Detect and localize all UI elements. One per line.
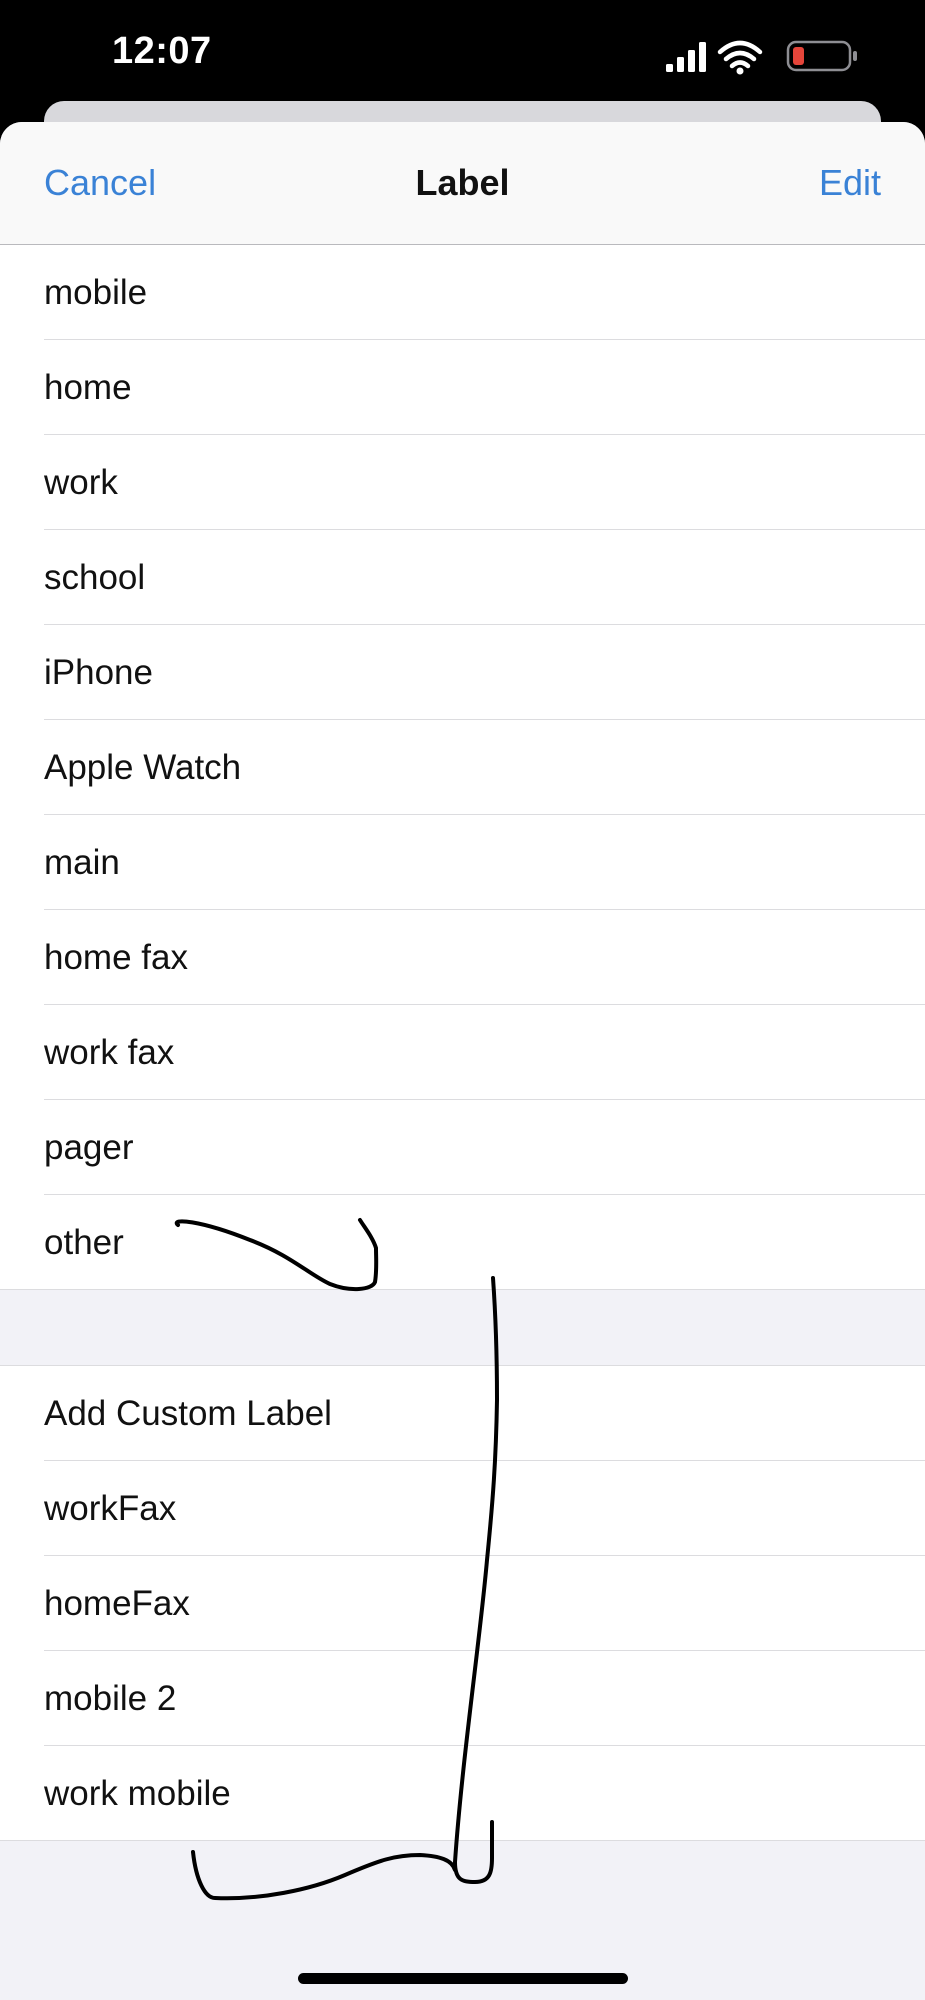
custom-labels-list: Add Custom Label workFax homeFax mobile … [0, 1366, 925, 1841]
custom-label-row-homefax[interactable]: homeFax [0, 1556, 925, 1651]
status-icons [666, 40, 857, 75]
signal-icon [666, 42, 706, 72]
label-row-school[interactable]: school [0, 530, 925, 625]
row-label: pager [44, 1127, 134, 1167]
section-divider [0, 1289, 925, 1290]
section-divider [0, 1840, 925, 1841]
status-time: 12:07 [112, 30, 212, 72]
custom-label-row-workfax[interactable]: workFax [0, 1461, 925, 1556]
battery-low-icon [786, 40, 857, 72]
add-custom-label-button[interactable]: Add Custom Label [0, 1366, 925, 1461]
label-row-main[interactable]: main [0, 815, 925, 910]
label-row-pager[interactable]: pager [0, 1100, 925, 1195]
label-row-work[interactable]: work [0, 435, 925, 530]
status-bar: 12:07 [0, 0, 925, 110]
row-label: home [44, 367, 132, 407]
cancel-button[interactable]: Cancel [44, 162, 156, 204]
row-label: mobile [44, 272, 148, 312]
label-row-home[interactable]: home [0, 340, 925, 435]
row-label: school [44, 557, 146, 597]
row-label: Add Custom Label [44, 1393, 332, 1433]
label-row-mobile[interactable]: mobile [0, 245, 925, 340]
wifi-icon [717, 40, 763, 69]
row-label: home fax [44, 937, 188, 977]
row-label: main [44, 842, 120, 882]
row-label: work mobile [44, 1773, 231, 1813]
home-indicator[interactable] [298, 1973, 628, 1984]
label-row-iphone[interactable]: iPhone [0, 625, 925, 720]
edit-button[interactable]: Edit [819, 162, 881, 204]
label-picker-sheet: Cancel Label Edit mobile home work schoo… [0, 122, 925, 2000]
navigation-bar: Cancel Label Edit [0, 122, 925, 245]
row-label: mobile 2 [44, 1678, 177, 1718]
standard-labels-list: mobile home work school iPhone Apple Wat… [0, 245, 925, 1290]
label-row-home-fax[interactable]: home fax [0, 910, 925, 1005]
custom-label-row-work-mobile[interactable]: work mobile [0, 1746, 925, 1841]
row-label: workFax [44, 1488, 177, 1528]
row-label: homeFax [44, 1583, 190, 1623]
label-row-other[interactable]: other [0, 1195, 925, 1290]
row-label: work [44, 462, 118, 502]
row-label: Apple Watch [44, 747, 242, 787]
row-label: other [44, 1222, 124, 1262]
custom-label-row-mobile-2[interactable]: mobile 2 [0, 1651, 925, 1746]
label-row-apple-watch[interactable]: Apple Watch [0, 720, 925, 815]
label-row-work-fax[interactable]: work fax [0, 1005, 925, 1100]
row-label: iPhone [44, 652, 153, 692]
row-label: work fax [44, 1032, 175, 1072]
